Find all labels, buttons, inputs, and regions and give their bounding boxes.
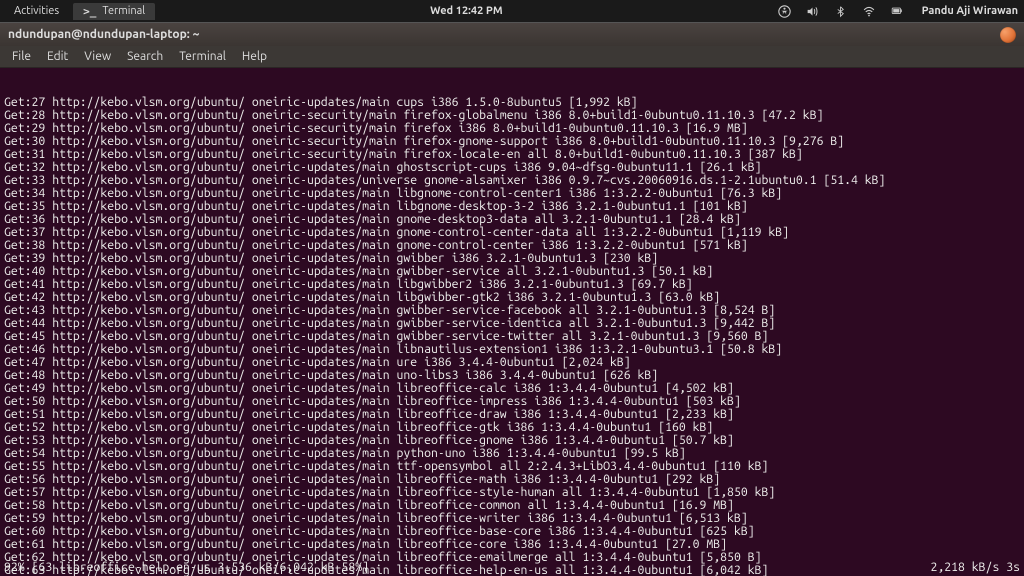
terminal-viewport[interactable]: Get:27 http://kebo.vlsm.org/ubuntu/ onei… [0,68,1024,576]
accessibility-icon[interactable] [778,4,792,18]
terminal-line: Get:39 http://kebo.vlsm.org/ubuntu/ onei… [4,252,1020,265]
terminal-line: Get:44 http://kebo.vlsm.org/ubuntu/ onei… [4,317,1020,330]
activities-button[interactable]: Activities [6,3,67,19]
terminal-line: Get:53 http://kebo.vlsm.org/ubuntu/ onei… [4,434,1020,447]
terminal-line: Get:31 http://kebo.vlsm.org/ubuntu/ onei… [4,148,1020,161]
terminal-line: Get:34 http://kebo.vlsm.org/ubuntu/ onei… [4,187,1020,200]
terminal-line: Get:35 http://kebo.vlsm.org/ubuntu/ onei… [4,200,1020,213]
terminal-line: Get:40 http://kebo.vlsm.org/ubuntu/ onei… [4,265,1020,278]
terminal-line: Get:56 http://kebo.vlsm.org/ubuntu/ onei… [4,473,1020,486]
terminal-line: Get:29 http://kebo.vlsm.org/ubuntu/ onei… [4,122,1020,135]
terminal-line: Get:55 http://kebo.vlsm.org/ubuntu/ onei… [4,460,1020,473]
terminal-line: Get:51 http://kebo.vlsm.org/ubuntu/ onei… [4,408,1020,421]
terminal-line: Get:61 http://kebo.vlsm.org/ubuntu/ onei… [4,538,1020,551]
wifi-icon[interactable] [862,4,876,18]
active-app-label: Terminal [102,5,145,17]
battery-icon[interactable] [890,4,904,18]
bluetooth-icon[interactable] [834,4,848,18]
panel-right: Pandu Aji Wirawan [778,4,1018,18]
apt-progress-line: 92% [63 libreoffice-help-en-us 3,536 kB/… [4,561,1020,574]
window-titlebar[interactable]: ndundupan@ndundupan-laptop: ~ [0,22,1024,46]
terminal-line: Get:33 http://kebo.vlsm.org/ubuntu/ onei… [4,174,1020,187]
terminal-line: Get:30 http://kebo.vlsm.org/ubuntu/ onei… [4,135,1020,148]
terminal-output: Get:27 http://kebo.vlsm.org/ubuntu/ onei… [4,96,1020,576]
terminal-line: Get:52 http://kebo.vlsm.org/ubuntu/ onei… [4,421,1020,434]
menu-view[interactable]: View [78,48,117,65]
apt-progress-left: 92% [63 libreoffice-help-en-us 3,536 kB/… [4,561,930,574]
terminal-line: Get:48 http://kebo.vlsm.org/ubuntu/ onei… [4,369,1020,382]
terminal-line: Get:60 http://kebo.vlsm.org/ubuntu/ onei… [4,525,1020,538]
terminal-line: Get:38 http://kebo.vlsm.org/ubuntu/ onei… [4,239,1020,252]
terminal-icon: >_ [83,5,96,18]
volume-icon[interactable] [806,4,820,18]
panel-left: Activities >_ Terminal [6,3,155,20]
panel-clock[interactable]: Wed 12:42 PM [155,5,777,17]
terminal-line: Get:28 http://kebo.vlsm.org/ubuntu/ onei… [4,109,1020,122]
user-menu[interactable]: Pandu Aji Wirawan [918,5,1018,17]
terminal-line: Get:27 http://kebo.vlsm.org/ubuntu/ onei… [4,96,1020,109]
terminal-line: Get:46 http://kebo.vlsm.org/ubuntu/ onei… [4,343,1020,356]
terminal-line: Get:47 http://kebo.vlsm.org/ubuntu/ onei… [4,356,1020,369]
terminal-line: Get:45 http://kebo.vlsm.org/ubuntu/ onei… [4,330,1020,343]
apt-progress-right: 2,218 kB/s 3s [930,561,1020,574]
terminal-line: Get:41 http://kebo.vlsm.org/ubuntu/ onei… [4,278,1020,291]
menu-edit[interactable]: Edit [41,48,74,65]
terminal-line: Get:32 http://kebo.vlsm.org/ubuntu/ onei… [4,161,1020,174]
menu-help[interactable]: Help [236,48,273,65]
terminal-line: Get:43 http://kebo.vlsm.org/ubuntu/ onei… [4,304,1020,317]
close-icon[interactable] [1000,27,1016,43]
terminal-line: Get:50 http://kebo.vlsm.org/ubuntu/ onei… [4,395,1020,408]
window-title: ndundupan@ndundupan-laptop: ~ [8,28,1000,41]
terminal-line: Get:57 http://kebo.vlsm.org/ubuntu/ onei… [4,486,1020,499]
terminal-line: Get:58 http://kebo.vlsm.org/ubuntu/ onei… [4,499,1020,512]
menu-terminal[interactable]: Terminal [173,48,232,65]
active-app-button[interactable]: >_ Terminal [73,3,155,20]
terminal-line: Get:54 http://kebo.vlsm.org/ubuntu/ onei… [4,447,1020,460]
terminal-line: Get:37 http://kebo.vlsm.org/ubuntu/ onei… [4,226,1020,239]
terminal-line: Get:49 http://kebo.vlsm.org/ubuntu/ onei… [4,382,1020,395]
terminal-line: Get:59 http://kebo.vlsm.org/ubuntu/ onei… [4,512,1020,525]
menu-search[interactable]: Search [121,48,169,65]
terminal-line: Get:42 http://kebo.vlsm.org/ubuntu/ onei… [4,291,1020,304]
menubar: File Edit View Search Terminal Help [0,46,1024,68]
menu-file[interactable]: File [6,48,37,65]
terminal-line: Get:36 http://kebo.vlsm.org/ubuntu/ onei… [4,213,1020,226]
gnome-top-panel: Activities >_ Terminal Wed 12:42 PM Pand… [0,0,1024,22]
